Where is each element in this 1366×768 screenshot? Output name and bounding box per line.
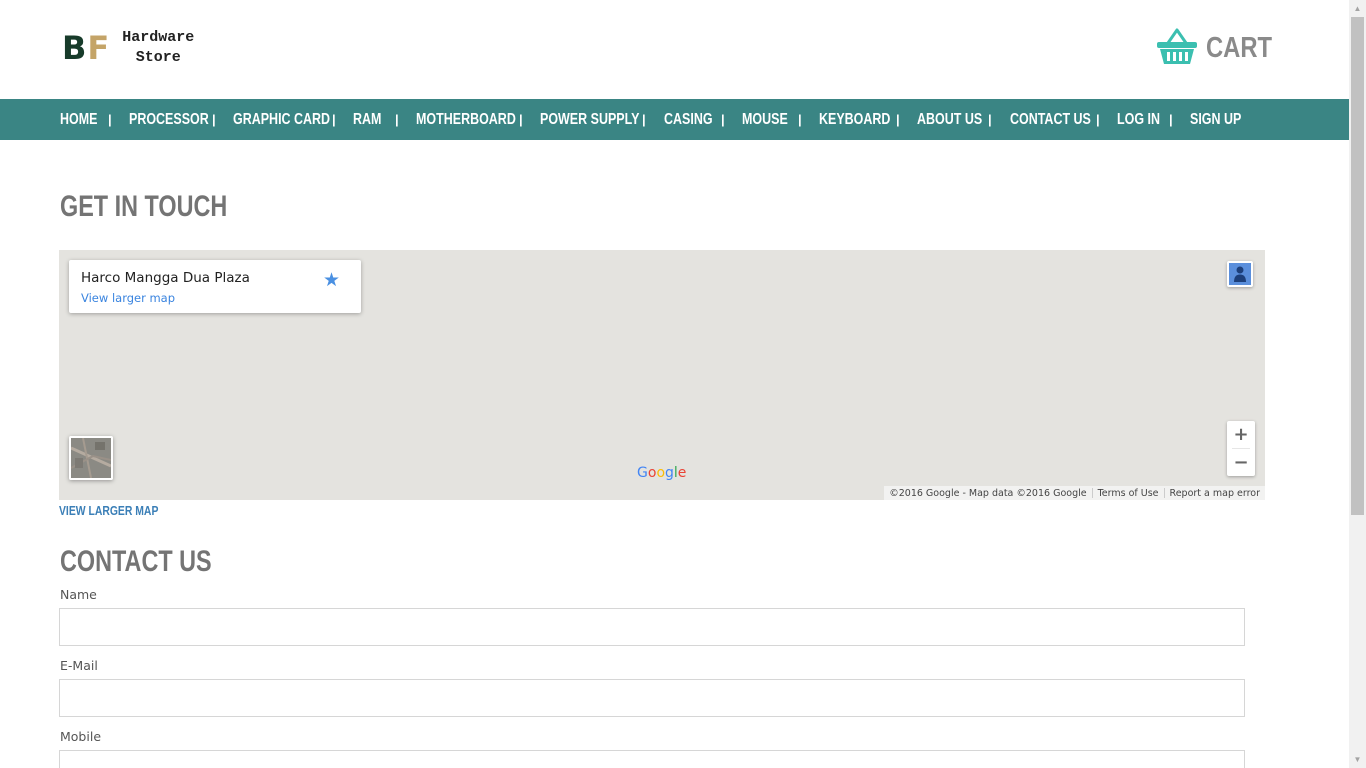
scroll-up-arrow-icon[interactable]: ▲ — [1349, 0, 1366, 17]
nav-home[interactable]: HOME — [60, 99, 97, 140]
satellite-view-toggle[interactable] — [69, 436, 113, 480]
nav-graphic-card[interactable]: GRAPHIC CARD — [233, 99, 330, 140]
map-terms-link[interactable]: Terms of Use — [1093, 488, 1164, 499]
nav-contact-us[interactable]: CONTACT US — [1010, 99, 1091, 140]
page: BF Hardware Store CART HOME | PROCESSOR … — [0, 0, 1349, 768]
map-report-error-link[interactable]: Report a map error — [1165, 488, 1265, 499]
nav-separator: | — [642, 112, 646, 127]
map-attribution: ©2016 Google - Map data ©2016 Google — [889, 487, 1087, 499]
nav-sign-up[interactable]: SIGN UP — [1190, 99, 1241, 140]
contact-us-title: CONTACT US — [60, 545, 212, 578]
cart-label: CART — [1206, 32, 1273, 64]
email-field[interactable] — [59, 679, 1245, 717]
nav-ram[interactable]: RAM — [353, 99, 381, 140]
nav-separator: | — [1096, 112, 1100, 127]
star-icon[interactable]: ★ — [323, 269, 340, 292]
embedded-map[interactable]: Harco Mangga Dua Plaza View larger map ★ — [59, 250, 1265, 500]
scrollbar-thumb[interactable] — [1351, 17, 1364, 515]
nav-separator: | — [1169, 112, 1173, 127]
google-logo: Google — [637, 465, 686, 481]
nav-separator: | — [212, 112, 216, 127]
nav-processor[interactable]: PROCESSOR — [129, 99, 209, 140]
google-letter: g — [665, 465, 674, 481]
main-nav: HOME | PROCESSOR | GRAPHIC CARD | RAM | … — [0, 99, 1349, 140]
map-zoom-control: + − — [1227, 421, 1255, 476]
scroll-down-arrow-icon[interactable]: ▼ — [1349, 751, 1366, 768]
map-place-name: Harco Mangga Dua Plaza — [81, 270, 250, 286]
logo-text: Hardware Store — [122, 28, 194, 68]
nav-separator: | — [395, 112, 399, 127]
nav-motherboard[interactable]: MOTHERBOARD — [416, 99, 516, 140]
nav-separator: | — [108, 112, 112, 127]
nav-separator: | — [798, 112, 802, 127]
pegman-icon[interactable] — [1227, 261, 1253, 287]
nav-casing[interactable]: CASING — [664, 99, 713, 140]
zoom-out-button[interactable]: − — [1227, 449, 1255, 476]
nav-separator: | — [519, 112, 523, 127]
nav-keyboard[interactable]: KEYBOARD — [819, 99, 890, 140]
get-in-touch-title: GET IN TOUCH — [60, 190, 228, 223]
basket-icon — [1156, 26, 1198, 71]
logo-monogram: BF — [62, 29, 110, 67]
cart-button[interactable]: CART — [1156, 26, 1287, 71]
mobile-field[interactable] — [59, 750, 1245, 768]
map-place-card: Harco Mangga Dua Plaza View larger map ★ — [69, 260, 361, 313]
email-label: E-Mail — [60, 658, 98, 673]
logo-line-2: Store — [135, 49, 181, 66]
google-letter: o — [656, 465, 666, 481]
nav-separator: | — [988, 112, 992, 127]
nav-power-supply[interactable]: POWER SUPPLY — [540, 99, 639, 140]
logo-line-1: Hardware — [122, 29, 195, 46]
name-label: Name — [60, 587, 97, 602]
zoom-in-button[interactable]: + — [1227, 421, 1255, 448]
nav-separator: | — [896, 112, 900, 127]
nav-separator: | — [721, 112, 725, 127]
logo-letter-f: F — [87, 29, 111, 67]
map-attribution-bar: ©2016 Google - Map data ©2016 Google Ter… — [884, 486, 1265, 500]
nav-about-us[interactable]: ABOUT US — [917, 99, 982, 140]
view-larger-map-link[interactable]: VIEW LARGER MAP — [59, 503, 158, 518]
nav-separator: | — [332, 112, 336, 127]
nav-mouse[interactable]: MOUSE — [742, 99, 788, 140]
mobile-label: Mobile — [60, 729, 102, 744]
map-view-larger-link[interactable]: View larger map — [81, 291, 175, 305]
google-letter: G — [637, 465, 648, 481]
store-logo[interactable]: BF Hardware Store — [62, 28, 194, 68]
logo-letter-b: B — [62, 29, 88, 67]
name-field[interactable] — [59, 608, 1245, 646]
nav-log-in[interactable]: LOG IN — [1117, 99, 1160, 140]
page-scrollbar[interactable]: ▲ ▼ — [1349, 0, 1366, 768]
google-letter: e — [677, 465, 687, 481]
